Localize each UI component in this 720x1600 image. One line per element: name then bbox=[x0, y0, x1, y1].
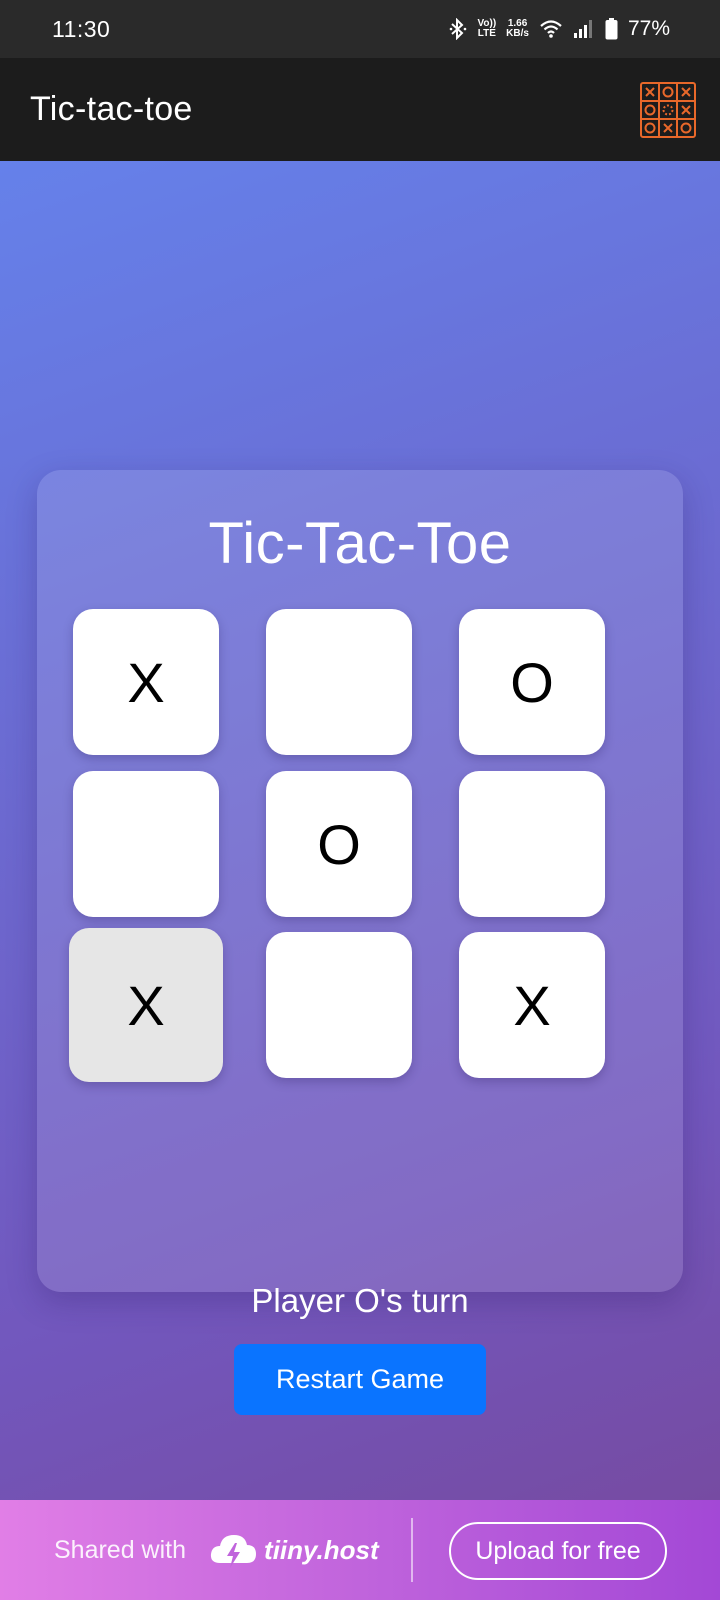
app-bar: Tic-tac-toe bbox=[0, 58, 720, 161]
cloud-bolt-icon bbox=[208, 1529, 258, 1571]
status-bar: 11:30 Vo)) LTE 1.66 KB/s 77% bbox=[0, 0, 720, 58]
restart-button[interactable]: Restart Game bbox=[234, 1344, 486, 1415]
board-cell-2[interactable] bbox=[266, 609, 412, 755]
volte-icon: Vo)) LTE bbox=[477, 19, 496, 39]
status-time: 11:30 bbox=[52, 15, 111, 42]
tiiny-host-brand: tiiny.host bbox=[264, 1534, 379, 1565]
board-cell-1[interactable]: X bbox=[73, 609, 219, 755]
status-icons: Vo)) LTE 1.66 KB/s 77% bbox=[449, 17, 670, 41]
board-cell-4[interactable] bbox=[73, 771, 219, 917]
board-cell-9[interactable]: X bbox=[459, 932, 605, 1078]
volte-bottom-label: LTE bbox=[477, 28, 496, 39]
board-cell-8[interactable] bbox=[266, 932, 412, 1078]
tic-tac-toe-grid-icon[interactable] bbox=[640, 81, 696, 138]
footer-banner: Shared with tiiny.host Upload for free bbox=[0, 1500, 720, 1600]
signal-icon bbox=[573, 19, 595, 39]
speed-unit: KB/s bbox=[506, 28, 529, 39]
turn-status: Player O's turn bbox=[251, 1282, 469, 1319]
network-speed: 1.66 KB/s bbox=[506, 19, 529, 39]
game-title: Tic-Tac-Toe bbox=[208, 511, 512, 576]
footer-divider bbox=[411, 1518, 413, 1582]
board-cell-5[interactable]: O bbox=[266, 771, 412, 917]
board-cell-6[interactable] bbox=[459, 771, 605, 917]
game-card: Tic-Tac-Toe X O O X X Player O's turn Re… bbox=[37, 470, 683, 1415]
game-area: Tic-Tac-Toe X O O X X Player O's turn Re… bbox=[0, 161, 720, 1500]
bluetooth-icon bbox=[449, 18, 467, 40]
screen: 11:30 Vo)) LTE 1.66 KB/s 77% Tic-tac-toe… bbox=[0, 0, 720, 1600]
battery-icon bbox=[605, 18, 618, 40]
upload-for-free-button[interactable]: Upload for free bbox=[449, 1522, 667, 1580]
app-title: Tic-tac-toe bbox=[30, 90, 193, 128]
tiiny-host-logo[interactable]: tiiny.host bbox=[208, 1529, 379, 1571]
board-cell-7[interactable]: X bbox=[69, 928, 223, 1082]
shared-with-label: Shared with bbox=[54, 1535, 187, 1564]
wifi-icon bbox=[539, 19, 563, 39]
battery-percent: 77% bbox=[627, 17, 670, 40]
board-cell-3[interactable]: O bbox=[459, 609, 605, 755]
